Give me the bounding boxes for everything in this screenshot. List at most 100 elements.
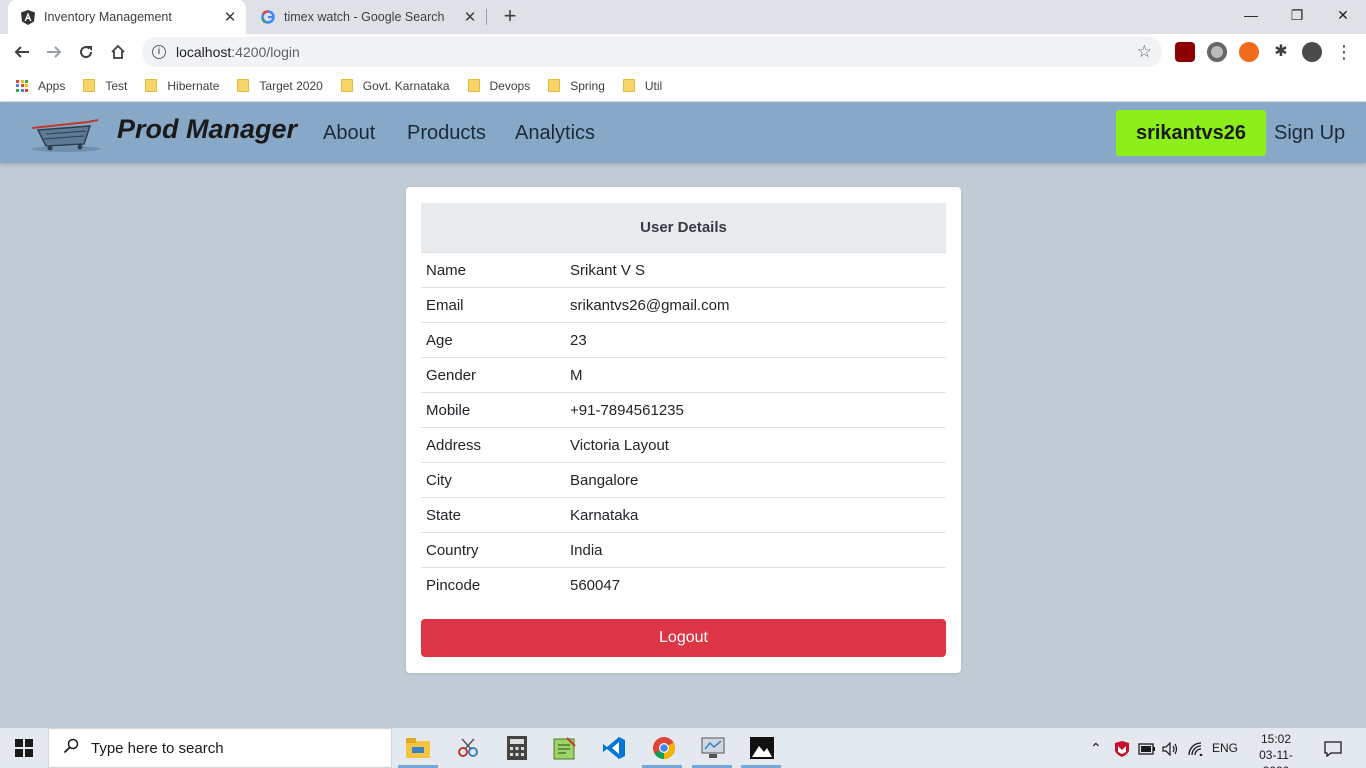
remote-desktop-icon[interactable] [699, 734, 727, 762]
bookmark-label: Spring [570, 78, 605, 93]
browser-toolbar: i localhost:4200/login ☆ ✱ ⋮ [0, 34, 1366, 70]
reload-icon[interactable] [72, 38, 100, 66]
row-value: M [570, 367, 583, 384]
notifications-icon[interactable] [1324, 728, 1342, 768]
forward-icon[interactable] [40, 38, 68, 66]
bookmarks-bar: Apps Test Hibernate Target 2020 Govt. Ka… [0, 70, 1366, 102]
nav-analytics[interactable]: Analytics [515, 122, 595, 145]
extensions-puzzle-icon[interactable]: ✱ [1271, 42, 1291, 62]
info-icon[interactable]: i [152, 45, 166, 59]
brand-title[interactable]: Prod Manager [117, 114, 297, 145]
bookmark-devops[interactable]: Devops [467, 79, 530, 93]
row-value: India [570, 542, 603, 559]
system-clock[interactable]: 15:02 03-11-2020 [1246, 731, 1306, 768]
logout-button[interactable]: Logout [421, 619, 946, 657]
home-icon[interactable] [104, 38, 132, 66]
row-value: srikantvs26@gmail.com [570, 297, 730, 314]
battery-icon[interactable] [1138, 728, 1156, 768]
table-row: Age 23 [421, 323, 946, 358]
row-label: Age [426, 332, 453, 349]
tab-inventory-management[interactable]: Inventory Management ✕ [8, 0, 246, 34]
angular-icon [20, 9, 36, 25]
nav-products[interactable]: Products [407, 122, 486, 145]
chevron-up-icon[interactable]: ⌃ [1090, 728, 1102, 768]
table-row: Mobile +91-7894561235 [421, 393, 946, 428]
clock-time: 15:02 [1260, 732, 1292, 746]
bookmark-apps[interactable]: Apps [0, 79, 65, 93]
search-placeholder: Type here to search [91, 739, 224, 757]
row-value: Karnataka [570, 507, 639, 524]
photos-icon[interactable] [748, 734, 776, 762]
calculator-icon[interactable] [503, 734, 531, 762]
folder-icon [145, 79, 158, 92]
row-label: Pincode [426, 577, 481, 594]
cart-logo-icon[interactable] [28, 114, 102, 154]
address-bar[interactable]: i localhost:4200/login ☆ [142, 37, 1162, 67]
folder-icon [548, 79, 561, 92]
tab-title: Inventory Management [44, 10, 172, 24]
search-icon [63, 738, 79, 759]
row-label: City [426, 472, 452, 489]
new-tab-button[interactable]: + [498, 5, 522, 29]
folder-icon [467, 79, 480, 92]
row-label: Address [426, 437, 482, 454]
browser-tabstrip: Inventory Management ✕ timex watch - Goo… [0, 0, 1366, 34]
back-icon[interactable] [8, 38, 36, 66]
app-navbar: Prod Manager About Products Analytics sr… [0, 102, 1366, 163]
table-header: User Details [421, 203, 946, 253]
vscode-icon[interactable] [600, 734, 628, 762]
close-icon[interactable]: ✕ [220, 8, 240, 26]
bookmark-label: Util [644, 78, 663, 93]
windows-taskbar: Type here to search ⌃ ENG 15:02 03-11-20… [0, 728, 1366, 768]
table-row: Name Srikant V S [421, 253, 946, 288]
window-close-icon[interactable]: ✕ [1320, 0, 1366, 30]
table-row: City Bangalore [421, 463, 946, 498]
minimize-icon[interactable]: — [1228, 0, 1274, 30]
language-indicator[interactable]: ENG [1212, 728, 1238, 768]
nav-about[interactable]: About [323, 122, 375, 145]
tab-google-search[interactable]: timex watch - Google Search ✕ [248, 0, 486, 34]
clock-date: 03-11-2020 [1259, 748, 1293, 768]
extension-orange-icon[interactable] [1239, 42, 1259, 62]
close-icon[interactable]: ✕ [460, 8, 480, 26]
row-label: Gender [426, 367, 477, 384]
row-label: State [426, 507, 462, 524]
bookmark-target-2020[interactable]: Target 2020 [237, 79, 323, 93]
taskbar-search[interactable]: Type here to search [48, 728, 392, 768]
username-button[interactable]: srikantvs26 [1116, 110, 1266, 156]
bookmark-hibernate[interactable]: Hibernate [145, 79, 219, 93]
row-value: Srikant V S [570, 262, 646, 279]
bookmark-govt-karnataka[interactable]: Govt. Karnataka [340, 79, 450, 93]
snipping-tool-icon[interactable] [454, 734, 482, 762]
restore-icon[interactable]: ❐ [1274, 0, 1320, 30]
url-text: localhost:4200/login [176, 44, 300, 60]
bookmark-util[interactable]: Util [622, 78, 663, 93]
google-icon [260, 9, 276, 25]
table-row: Email srikantvs26@gmail.com [421, 288, 946, 323]
profile-avatar[interactable] [1302, 42, 1322, 62]
tab-separator [486, 9, 487, 25]
row-label: Country [426, 542, 479, 559]
volume-icon[interactable] [1162, 728, 1180, 768]
row-label: Name [426, 262, 467, 279]
bookmark-star-icon[interactable]: ☆ [1137, 42, 1152, 62]
windows-start-icon[interactable] [0, 728, 48, 768]
wifi-icon[interactable] [1188, 728, 1204, 768]
ublock-icon[interactable] [1175, 42, 1195, 62]
apps-grid-icon [16, 79, 28, 92]
bookmark-spring[interactable]: Spring [548, 79, 605, 93]
menu-kebab-icon[interactable]: ⋮ [1334, 42, 1354, 62]
bookmark-label: Test [105, 78, 128, 93]
bookmark-test[interactable]: Test [83, 79, 127, 93]
notepad-plus-icon[interactable] [551, 734, 579, 762]
bookmark-label: Apps [38, 78, 66, 93]
extension-circle-icon[interactable] [1207, 42, 1227, 62]
mcafee-icon[interactable] [1114, 728, 1130, 768]
signup-link[interactable]: Sign Up [1274, 122, 1345, 145]
row-value: +91-7894561235 [570, 402, 684, 419]
folder-icon [237, 79, 250, 92]
file-explorer-icon[interactable] [404, 734, 432, 762]
folder-icon [622, 79, 635, 92]
chrome-icon[interactable] [650, 734, 678, 762]
row-value: Bangalore [570, 472, 639, 489]
